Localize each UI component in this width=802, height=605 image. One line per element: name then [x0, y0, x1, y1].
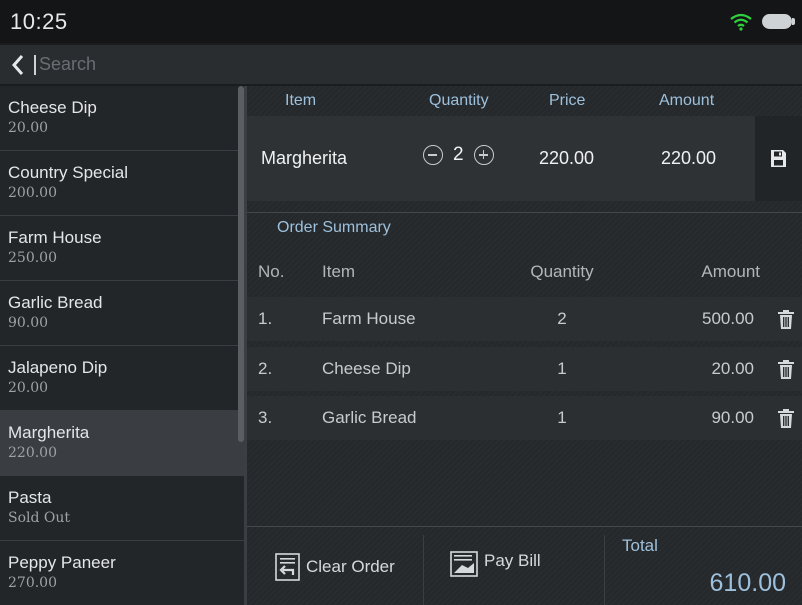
header-item: Item [285, 92, 317, 109]
menu-item-price: 90.00 [8, 315, 49, 331]
bill-icon [450, 551, 478, 577]
menu-item-price: 20.00 [8, 120, 49, 136]
menu-item[interactable]: Jalapeno Dip 20.00 [0, 346, 245, 411]
selected-item-price: 220.00 [539, 148, 595, 168]
menu-item[interactable]: Cheese Dip 20.00 [0, 86, 245, 151]
menu-list: Cheese Dip 20.00 Country Special 200.00 … [0, 86, 245, 605]
selected-item-amount: 220.00 [661, 148, 717, 168]
status-icons [730, 13, 795, 31]
pay-bill-button[interactable]: Pay Bill [450, 527, 541, 605]
menu-item[interactable]: Pasta Sold Out [0, 476, 245, 541]
text-cursor [34, 54, 36, 75]
row-item: Cheese Dip [322, 359, 411, 378]
menu-item-name: Cheese Dip [8, 98, 97, 117]
search-bar [0, 45, 802, 84]
menu-item-status: Sold Out [8, 510, 71, 526]
row-item: Farm House [322, 309, 416, 328]
chevron-left-icon[interactable] [10, 54, 26, 76]
row-amount: 500.00 [702, 309, 754, 328]
row-amount: 20.00 [711, 359, 754, 378]
header-amount: Amount [659, 92, 715, 109]
total-amount: 610.00 [709, 569, 786, 597]
trash-icon[interactable] [778, 360, 794, 379]
minus-circle-icon[interactable] [423, 145, 443, 165]
quantity-value: 2 [453, 144, 464, 165]
menu-item-name: Jalapeno Dip [8, 358, 108, 377]
menu-item-price: 220.00 [8, 445, 57, 461]
menu-item-name: Farm House [8, 228, 102, 247]
quantity-stepper: 2 [423, 144, 494, 166]
row-number: 1. [258, 309, 273, 328]
column-no: No. [258, 262, 285, 281]
menu-item-price: 250.00 [8, 250, 57, 266]
order-summary-title: Order Summary [247, 212, 802, 242]
menu-item-name: Pasta [8, 488, 52, 507]
row-amount: 90.00 [711, 408, 754, 427]
clear-order-button[interactable]: Clear Order [275, 527, 395, 605]
row-number: 3. [258, 408, 273, 427]
table-row[interactable]: 2. Cheese Dip 1 20.00 [247, 347, 802, 391]
summary-table-header: No. Item Quantity Amount [247, 252, 802, 290]
menu-item-price: 200.00 [8, 185, 57, 201]
save-button[interactable] [755, 116, 802, 201]
menu-item[interactable]: Garlic Bread 90.00 [0, 281, 245, 346]
menu-item[interactable]: Farm House 250.00 [0, 216, 245, 281]
clock: 10:25 [10, 8, 68, 34]
item-editor-header: Item Quantity Price Amount [247, 86, 802, 116]
search-input[interactable] [39, 54, 339, 75]
row-number: 2. [258, 359, 273, 378]
battery-icon [762, 14, 795, 29]
table-row[interactable]: 1. Farm House 2 500.00 [247, 297, 802, 341]
trash-icon[interactable] [778, 310, 794, 329]
table-row[interactable]: 3. Garlic Bread 1 90.00 [247, 396, 802, 440]
menu-item[interactable]: Peppy Paneer 270.00 [0, 541, 245, 605]
order-footer: Clear Order Pay Bill Total 610.00 [247, 526, 802, 605]
undo-document-icon [275, 552, 300, 581]
pay-bill-label: Pay Bill [484, 551, 541, 570]
header-price: Price [549, 92, 586, 109]
column-item: Item [322, 262, 356, 281]
order-pane: Item Quantity Price Amount Margherita 2 … [247, 86, 802, 605]
wifi-icon [730, 13, 752, 31]
menu-item-name: Peppy Paneer [8, 553, 116, 572]
footer-divider [423, 535, 424, 605]
menu-item-name: Margherita [8, 423, 90, 442]
menu-item-name: Country Special [8, 163, 129, 182]
menu-item-selected[interactable]: Margherita 220.00 [0, 411, 245, 476]
menu-item-price: 20.00 [8, 380, 49, 396]
column-quantity: Quantity [530, 262, 594, 281]
row-item: Garlic Bread [322, 408, 417, 427]
selected-item-name: Margherita [261, 148, 348, 168]
header-quantity: Quantity [429, 92, 489, 109]
total-label: Total [622, 536, 658, 555]
clear-order-label: Clear Order [306, 556, 395, 576]
save-icon [771, 150, 786, 167]
row-quantity: 2 [557, 309, 567, 328]
row-quantity: 1 [557, 359, 567, 378]
row-quantity: 1 [557, 408, 567, 427]
menu-item-price: 270.00 [8, 575, 57, 591]
status-bar: 10:25 [0, 0, 802, 43]
column-amount: Amount [701, 262, 760, 281]
trash-icon[interactable] [778, 409, 794, 428]
selected-item-row: Margherita 2 220.00 220.00 [247, 116, 802, 201]
menu-item-name: Garlic Bread [8, 293, 103, 312]
menu-item[interactable]: Country Special 200.00 [0, 151, 245, 216]
footer-divider [604, 535, 605, 605]
plus-circle-icon[interactable] [473, 145, 494, 165]
